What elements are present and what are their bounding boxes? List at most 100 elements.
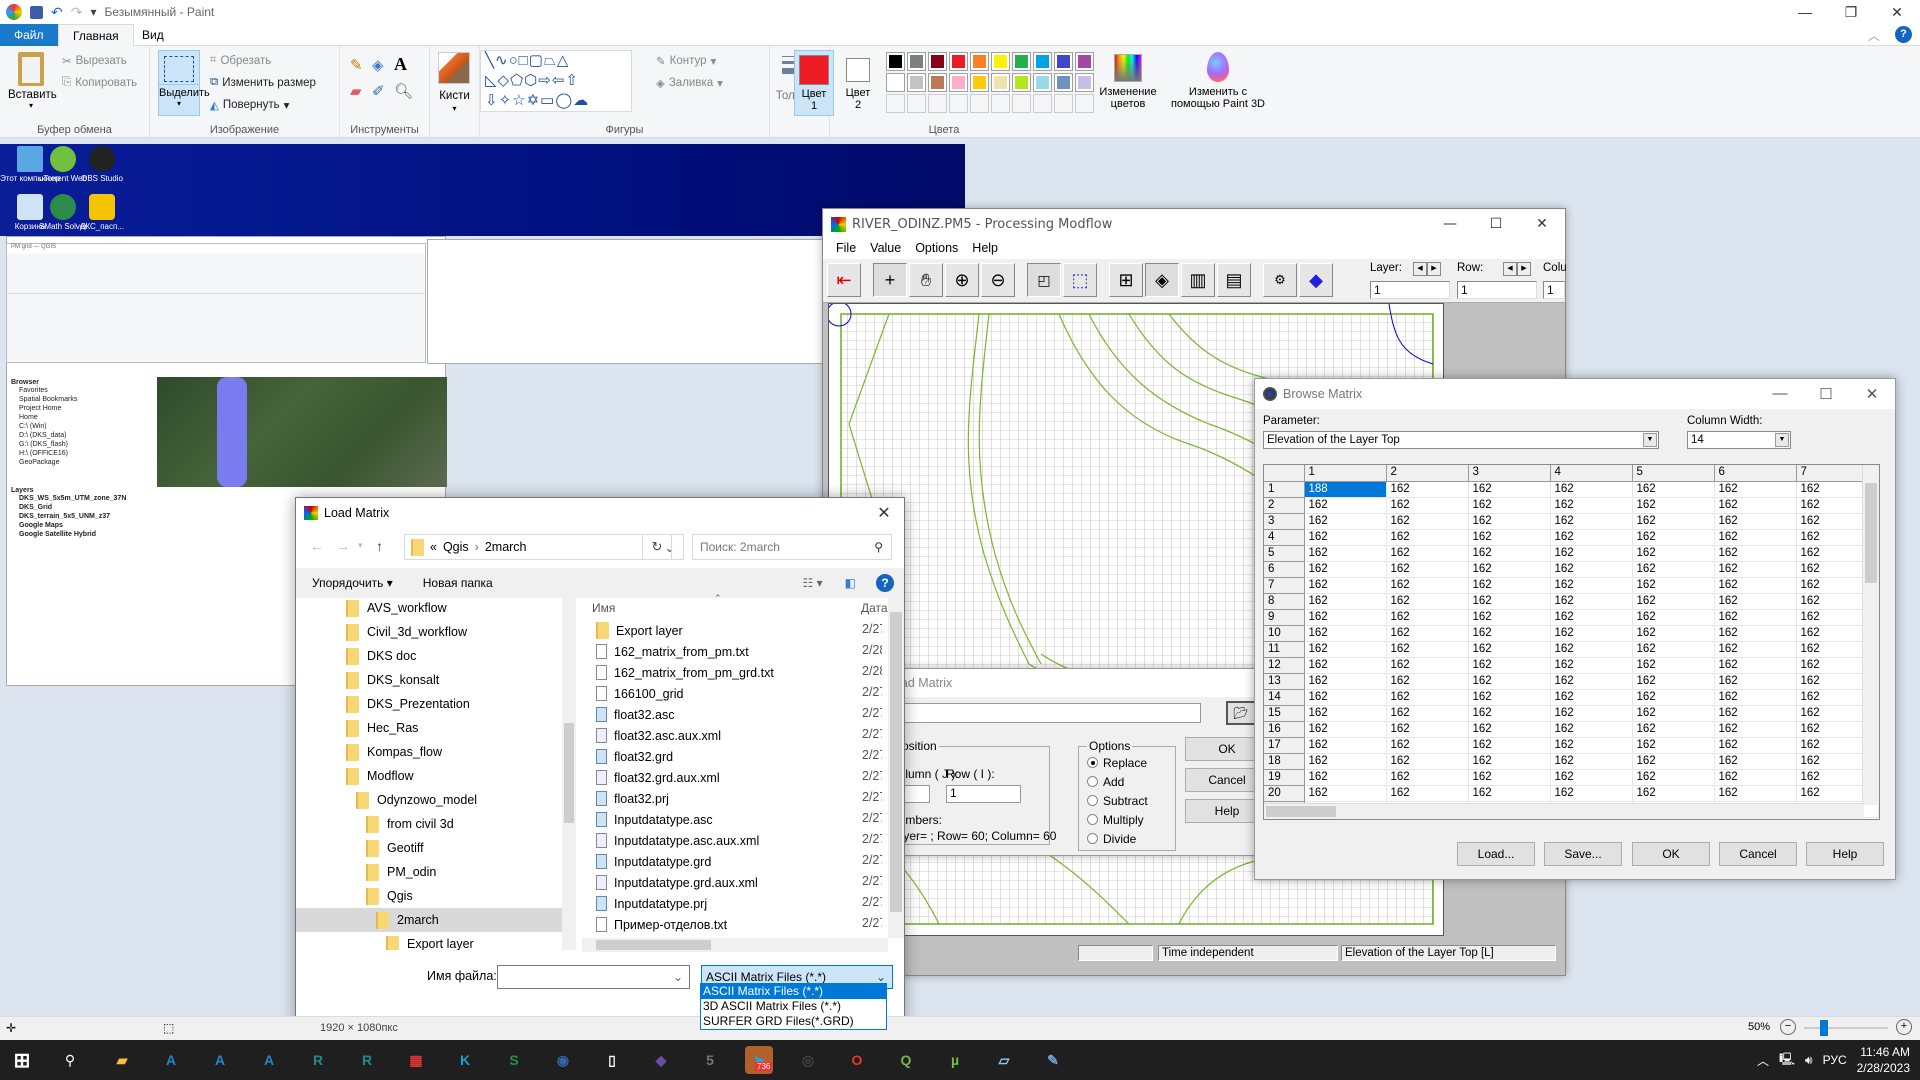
grid-cell[interactable]: 162: [1550, 529, 1633, 546]
option-radio-divide[interactable]: Divide: [1087, 829, 1167, 848]
grid-column-header[interactable]: 3: [1468, 465, 1551, 482]
search-input[interactable]: Поиск: 2march ⚲: [692, 534, 892, 560]
menu-file[interactable]: File: [829, 239, 863, 259]
fill-icon[interactable]: ◈: [372, 56, 384, 74]
qat-dropdown-icon[interactable]: ▾: [90, 5, 96, 19]
grid-cell[interactable]: 162: [1632, 785, 1715, 802]
grid-row-header[interactable]: 1: [1264, 481, 1305, 498]
grid-cell[interactable]: 162: [1550, 705, 1633, 722]
modflow-close-button[interactable]: ✕: [1519, 216, 1565, 232]
tab-file[interactable]: Файл: [0, 24, 58, 46]
browse-close-button[interactable]: ✕: [1849, 385, 1895, 403]
grid-cell[interactable]: 162: [1550, 737, 1633, 754]
grid-cell[interactable]: 162: [1714, 641, 1797, 658]
grid-cell[interactable]: 162: [1632, 561, 1715, 578]
grid-cell[interactable]: 162: [1304, 529, 1387, 546]
grid-cell[interactable]: 162: [1632, 609, 1715, 626]
grid-cell[interactable]: 162: [1468, 545, 1551, 562]
taskbar-app-notepad[interactable]: ▯: [598, 1046, 626, 1074]
file-list-item[interactable]: Inputdatatype.asc: [596, 809, 876, 830]
custom-color-slot[interactable]: [1033, 94, 1052, 113]
grid-cell[interactable]: 162: [1714, 529, 1797, 546]
taskbar-app-paint[interactable]: ✎: [1039, 1046, 1067, 1074]
grid-cell[interactable]: 162: [1714, 513, 1797, 530]
color-swatch[interactable]: [1012, 52, 1031, 71]
grid-cell[interactable]: 162: [1550, 513, 1633, 530]
grid-cell[interactable]: 162: [1632, 721, 1715, 738]
grid-cell[interactable]: 162: [1386, 481, 1469, 498]
file-list-item[interactable]: Inputdatatype.grd: [596, 851, 876, 872]
grid-cell[interactable]: 162: [1386, 673, 1469, 690]
taskbar-app-globe[interactable]: ◉: [549, 1046, 577, 1074]
grid-cell[interactable]: 162: [1632, 657, 1715, 674]
taskbar-app-files[interactable]: ▱: [990, 1046, 1018, 1074]
grid-row-header[interactable]: 10: [1264, 625, 1305, 642]
grid-cell[interactable]: 162: [1468, 689, 1551, 706]
volume-icon[interactable]: 🔊︎: [1805, 1053, 1813, 1068]
grid-cell[interactable]: 162: [1386, 785, 1469, 802]
file-type-option[interactable]: 3D ASCII Matrix Files (*.*): [701, 999, 886, 1014]
grid-cell[interactable]: 162: [1714, 625, 1797, 642]
tree-folder-item[interactable]: Kompas_flow: [296, 740, 566, 764]
back-button[interactable]: ←: [310, 538, 324, 554]
custom-color-slot[interactable]: [907, 94, 926, 113]
organize-button[interactable]: Упорядочить ▾: [312, 576, 393, 590]
grid-cell[interactable]: 162: [1304, 561, 1387, 578]
column-edit-button[interactable]: ▥: [1181, 263, 1215, 297]
color-swatch[interactable]: [991, 73, 1010, 92]
taskbar-app-opera[interactable]: O: [843, 1046, 871, 1074]
grid-cell[interactable]: 162: [1550, 657, 1633, 674]
grid-row-header[interactable]: 9: [1264, 609, 1305, 626]
grid-cell[interactable]: 162: [1386, 529, 1469, 546]
outline-button[interactable]: ✎ Контур ▾: [656, 54, 716, 68]
grid-cell[interactable]: 162: [1550, 625, 1633, 642]
tree-folder-item[interactable]: Qgis: [296, 884, 566, 908]
grid-cell[interactable]: 162: [1550, 689, 1633, 706]
taskbar-app-utorrent[interactable]: µ: [941, 1046, 969, 1074]
recent-dropdown-button[interactable]: ▾: [358, 540, 363, 551]
file-list-item[interactable]: Export layer: [596, 620, 876, 641]
tree-folder-item[interactable]: Export layer: [296, 932, 566, 950]
grid-cell[interactable]: 162: [1714, 785, 1797, 802]
taskbar-app-premiere[interactable]: ◆: [647, 1046, 675, 1074]
grid-column-header[interactable]: 2: [1386, 465, 1469, 482]
grid-cell[interactable]: 162: [1386, 641, 1469, 658]
grid-cell[interactable]: 162: [1632, 481, 1715, 498]
grid-cell[interactable]: 162: [1550, 753, 1633, 770]
browse-load-button[interactable]: Load...: [1457, 842, 1535, 866]
help-icon[interactable]: ?: [876, 574, 894, 592]
grid-cell[interactable]: 162: [1468, 529, 1551, 546]
custom-color-slot[interactable]: [1054, 94, 1073, 113]
taskbar-app-smath[interactable]: S: [500, 1046, 528, 1074]
grid-cell[interactable]: 162: [1550, 641, 1633, 658]
grid-cell[interactable]: 162: [1550, 497, 1633, 514]
layer-next-button[interactable]: ▶: [1427, 262, 1441, 276]
grid-cell[interactable]: 162: [1632, 529, 1715, 546]
magnifier-icon[interactable]: 🔍︎: [394, 82, 413, 100]
minimize-button[interactable]: —: [1782, 0, 1828, 24]
color-swatch[interactable]: [928, 73, 947, 92]
taskbar-app-hec-ras[interactable]: R: [353, 1046, 381, 1074]
custom-color-slot[interactable]: [991, 94, 1010, 113]
grid-cell[interactable]: 162: [1468, 481, 1551, 498]
file-list-item[interactable]: Inputdatatype.prj: [596, 893, 876, 914]
grid-row-header[interactable]: 17: [1264, 737, 1305, 754]
browse-maximize-button[interactable]: ☐: [1803, 385, 1849, 403]
tab-view[interactable]: Вид: [128, 24, 178, 46]
grid-cell[interactable]: 162: [1550, 577, 1633, 594]
grid-cell[interactable]: 162: [1386, 753, 1469, 770]
file-list-scrollbar[interactable]: [888, 598, 904, 938]
grid-cell[interactable]: 162: [1304, 545, 1387, 562]
color1-button[interactable]: Цвет 1: [794, 50, 834, 116]
grid-horizontal-scrollbar[interactable]: [1264, 803, 1864, 819]
collapse-ribbon-icon[interactable]: ︿: [1868, 27, 1880, 44]
color-swatch[interactable]: [949, 73, 968, 92]
grid-cell[interactable]: 162: [1550, 545, 1633, 562]
grid-cell[interactable]: 162: [1386, 497, 1469, 514]
file-type-option[interactable]: SURFER GRD Files(*.GRD): [701, 1014, 886, 1029]
tree-folder-item[interactable]: PM_odin: [296, 860, 566, 884]
row-prev-button[interactable]: ◀: [1503, 262, 1517, 276]
tree-folder-item[interactable]: Odynzowo_model: [296, 788, 566, 812]
fill-button[interactable]: ◈ Заливка ▾: [656, 76, 723, 90]
grid-cell[interactable]: 162: [1386, 609, 1469, 626]
